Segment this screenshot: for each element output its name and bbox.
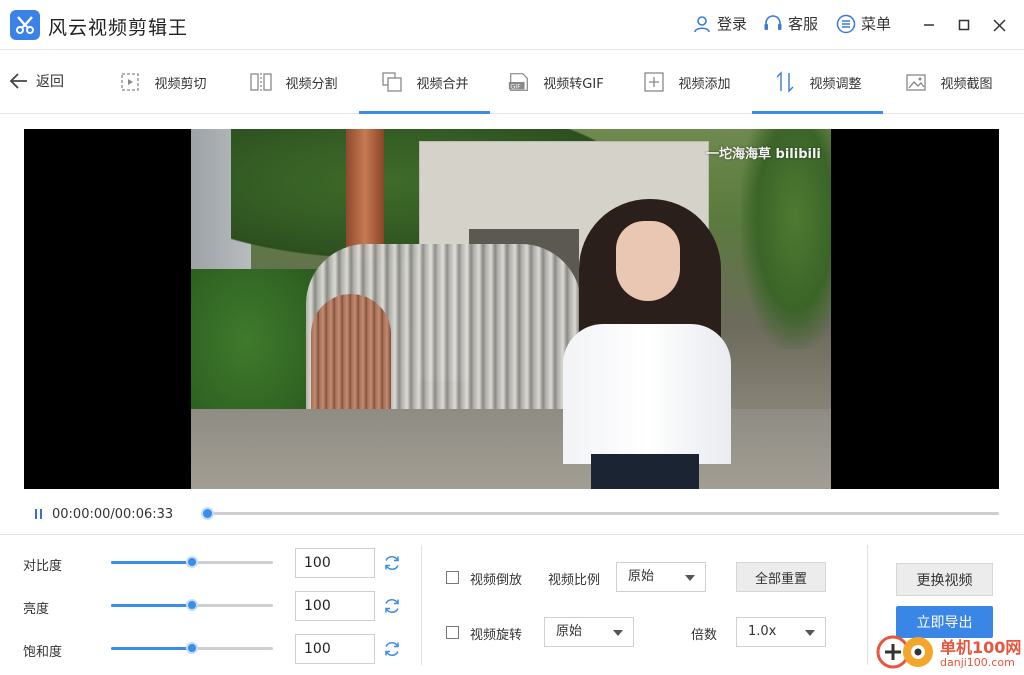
login-label: 登录: [717, 15, 748, 33]
chevron-down-icon: [613, 630, 623, 636]
divider: [867, 545, 868, 665]
chevron-down-icon: [805, 630, 815, 636]
tab-video-screenshot[interactable]: 视频截图: [883, 50, 1014, 114]
chevron-down-icon: [685, 575, 695, 581]
add-icon: [642, 70, 666, 94]
maximize-button[interactable]: [951, 12, 977, 38]
brightness-input[interactable]: 100: [295, 591, 375, 621]
divider: [421, 545, 422, 665]
adjust-arrows-icon: [773, 70, 797, 94]
contrast-input[interactable]: 100: [295, 548, 375, 578]
contrast-slider[interactable]: [111, 556, 273, 568]
tab-video-cut[interactable]: 视频剪切: [97, 50, 228, 114]
ratio-select[interactable]: 原始: [616, 562, 706, 592]
ratio-label: 视频比例: [548, 573, 601, 588]
maximize-icon: [958, 19, 970, 31]
tab-video-adjust[interactable]: 视频调整: [752, 50, 883, 114]
gif-icon: GIF: [507, 70, 531, 94]
menu-label: 菜单: [861, 15, 892, 33]
user-icon: [692, 14, 712, 34]
rotate-checkbox[interactable]: [446, 626, 459, 639]
video-preview[interactable]: 一坨海海草 bilibili: [24, 129, 999, 489]
list-icon: [836, 14, 856, 34]
back-button[interactable]: 返回: [8, 70, 64, 92]
tab-label: 视频分割: [285, 76, 338, 92]
slider-handle[interactable]: [186, 556, 198, 568]
saturation-slider[interactable]: [111, 642, 273, 654]
tab-label: 视频截图: [940, 76, 993, 92]
replace-video-button[interactable]: 更换视频: [896, 563, 993, 596]
contrast-reset-icon[interactable]: [383, 554, 401, 572]
tab-video-to-gif[interactable]: GIF 视频转GIF: [490, 50, 621, 114]
title-bar: 风云视频剪辑王 登录 客服 菜单: [0, 0, 1024, 50]
speed-value: 1.0x: [748, 624, 777, 639]
scissor-frame-icon: [118, 70, 142, 94]
timecode: 00:00:00/00:06:33: [52, 507, 174, 522]
close-button[interactable]: [986, 12, 1012, 38]
merge-icon: [380, 70, 404, 94]
headset-icon: [763, 14, 783, 34]
saturation-reset-icon[interactable]: [383, 640, 401, 658]
speed-select[interactable]: 1.0x: [736, 617, 826, 647]
customer-service-button[interactable]: 客服: [763, 13, 818, 34]
rotate-value: 原始: [556, 624, 583, 639]
saturation-label: 饱和度: [23, 645, 63, 660]
feature-nav: 返回 视频剪切 视频分割 视频合并 GIF 视频转GIF 视频添加 视频调整 视…: [0, 50, 1024, 114]
seek-handle[interactable]: [201, 507, 214, 520]
tab-label: 视频合并: [416, 76, 469, 92]
speed-label: 倍数: [691, 628, 718, 643]
tab-label: 视频剪切: [154, 76, 207, 92]
ratio-value: 原始: [628, 569, 655, 584]
rotate-label: 视频旋转: [470, 628, 523, 643]
brightness-slider[interactable]: [111, 599, 273, 611]
menu-button[interactable]: 菜单: [836, 13, 891, 34]
site-name: 单机100网: [940, 638, 1022, 657]
pause-button[interactable]: [31, 506, 45, 522]
brightness-label: 亮度: [23, 602, 50, 617]
rotate-select[interactable]: 原始: [544, 617, 634, 647]
service-label: 客服: [788, 15, 819, 33]
reverse-label: 视频倒放: [470, 573, 523, 588]
tab-video-merge[interactable]: 视频合并: [359, 50, 490, 114]
close-icon: [992, 18, 1006, 32]
site-url: danji100.com: [940, 656, 1015, 669]
split-icon: [249, 70, 273, 94]
image-icon: [904, 70, 928, 94]
slider-handle[interactable]: [186, 599, 198, 611]
arrow-left-icon: [9, 73, 27, 89]
login-button[interactable]: 登录: [692, 13, 747, 34]
svg-text:GIF: GIF: [511, 82, 522, 90]
tab-label: 视频转GIF: [543, 76, 604, 92]
slider-handle[interactable]: [186, 642, 198, 654]
tab-label: 视频调整: [809, 76, 862, 92]
reverse-checkbox[interactable]: [446, 571, 459, 584]
tab-label: 视频添加: [678, 76, 731, 92]
tab-video-split[interactable]: 视频分割: [228, 50, 359, 114]
video-frame: 一坨海海草 bilibili: [191, 129, 831, 489]
brightness-reset-icon[interactable]: [383, 597, 401, 615]
contrast-label: 对比度: [23, 559, 63, 574]
tab-video-add[interactable]: 视频添加: [621, 50, 752, 114]
back-label: 返回: [36, 74, 64, 90]
saturation-input[interactable]: 100: [295, 634, 375, 664]
site-logo-icon: [876, 635, 933, 669]
app-logo-icon: [10, 10, 40, 40]
app-title: 风云视频剪辑王: [48, 17, 189, 39]
minimize-button[interactable]: [916, 12, 942, 38]
minimize-icon: [924, 24, 934, 26]
seek-bar[interactable]: [206, 512, 999, 515]
reset-all-button[interactable]: 全部重置: [736, 562, 826, 592]
video-watermark: 一坨海海草 bilibili: [706, 147, 821, 162]
